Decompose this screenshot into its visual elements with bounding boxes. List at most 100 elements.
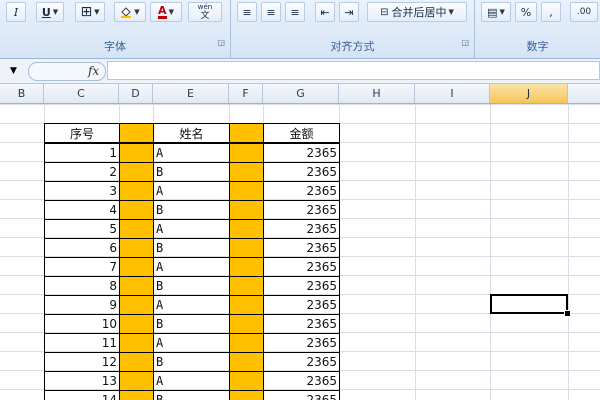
highlight-cell[interactable] bbox=[119, 276, 154, 296]
header-amount[interactable]: 金额 bbox=[263, 123, 340, 143]
highlight-cell[interactable] bbox=[119, 390, 154, 400]
amount-cell[interactable]: 2365 bbox=[263, 162, 340, 182]
name-cell[interactable]: B bbox=[153, 314, 230, 334]
active-cell[interactable] bbox=[490, 294, 568, 314]
dialog-launcher-icon[interactable]: ◲ bbox=[461, 38, 469, 47]
align-center-button[interactable]: ≡ bbox=[261, 2, 281, 22]
seq-cell[interactable]: 6 bbox=[44, 238, 120, 258]
name-cell[interactable]: A bbox=[153, 295, 230, 315]
amount-cell[interactable]: 2365 bbox=[263, 333, 340, 353]
header-name[interactable]: 姓名 bbox=[153, 123, 230, 143]
amount-cell[interactable]: 2365 bbox=[263, 143, 340, 163]
column-header-e[interactable]: E bbox=[153, 84, 229, 103]
seq-cell[interactable]: 4 bbox=[44, 200, 120, 220]
highlight-cell[interactable] bbox=[229, 123, 264, 143]
highlight-cell[interactable] bbox=[119, 295, 154, 315]
seq-cell[interactable]: 1 bbox=[44, 143, 120, 163]
percent-style-button[interactable]: % bbox=[515, 2, 537, 22]
name-cell[interactable]: B bbox=[153, 162, 230, 182]
decrease-indent-button[interactable]: ⇤ bbox=[315, 2, 335, 22]
column-header-d[interactable]: D bbox=[119, 84, 153, 103]
highlight-cell[interactable] bbox=[119, 352, 154, 372]
fill-color-button[interactable]: ▼ bbox=[114, 2, 146, 22]
name-cell[interactable]: A bbox=[153, 371, 230, 391]
name-cell[interactable]: B bbox=[153, 352, 230, 372]
highlight-cell[interactable] bbox=[229, 181, 264, 201]
name-cell[interactable]: B bbox=[153, 238, 230, 258]
dialog-launcher-icon[interactable]: ◲ bbox=[217, 38, 225, 47]
column-header-i[interactable]: I bbox=[415, 84, 490, 103]
increase-indent-button[interactable]: ⇥ bbox=[339, 2, 359, 22]
insert-function-button[interactable]: fx bbox=[88, 64, 99, 78]
seq-cell[interactable]: 13 bbox=[44, 371, 120, 391]
highlight-cell[interactable] bbox=[229, 295, 264, 315]
underline-button[interactable]: U ▼ bbox=[36, 2, 64, 22]
highlight-cell[interactable] bbox=[229, 238, 264, 258]
highlight-cell[interactable] bbox=[119, 123, 154, 143]
amount-cell[interactable]: 2365 bbox=[263, 181, 340, 201]
amount-cell[interactable]: 2365 bbox=[263, 238, 340, 258]
highlight-cell[interactable] bbox=[119, 219, 154, 239]
highlight-cell[interactable] bbox=[229, 276, 264, 296]
column-header-b[interactable]: B bbox=[0, 84, 44, 103]
seq-cell[interactable]: 3 bbox=[44, 181, 120, 201]
name-cell[interactable]: A bbox=[153, 181, 230, 201]
name-cell[interactable]: A bbox=[153, 143, 230, 163]
seq-cell[interactable]: 5 bbox=[44, 219, 120, 239]
italic-button[interactable]: I bbox=[6, 2, 26, 22]
increase-decimal-button[interactable]: .00 bbox=[570, 2, 598, 22]
highlight-cell[interactable] bbox=[229, 219, 264, 239]
highlight-cell[interactable] bbox=[119, 257, 154, 277]
font-color-button[interactable]: A ▼ bbox=[150, 2, 182, 22]
highlight-cell[interactable] bbox=[229, 162, 264, 182]
name-box-dropdown-icon[interactable]: ▼ bbox=[10, 66, 17, 76]
seq-cell[interactable]: 10 bbox=[44, 314, 120, 334]
highlight-cell[interactable] bbox=[119, 162, 154, 182]
header-seq[interactable]: 序号 bbox=[44, 123, 120, 143]
name-cell[interactable]: B bbox=[153, 200, 230, 220]
accounting-format-button[interactable]: ▤ ▼ bbox=[481, 2, 511, 22]
worksheet-grid[interactable]: 序号 姓名 金额 1 A 2365 2 B 2365 3 A 2365 4 B 2365 5 A 2365 6… bbox=[0, 104, 600, 400]
seq-cell[interactable]: 14 bbox=[44, 390, 120, 400]
column-header-j[interactable]: J bbox=[490, 84, 568, 103]
fill-handle[interactable] bbox=[564, 310, 571, 317]
name-cell[interactable]: A bbox=[153, 257, 230, 277]
name-cell[interactable]: B bbox=[153, 276, 230, 296]
amount-cell[interactable]: 2365 bbox=[263, 390, 340, 400]
highlight-cell[interactable] bbox=[229, 314, 264, 334]
formula-input[interactable] bbox=[107, 61, 600, 80]
amount-cell[interactable]: 2365 bbox=[263, 219, 340, 239]
align-left-button[interactable]: ≡ bbox=[237, 2, 257, 22]
highlight-cell[interactable] bbox=[229, 257, 264, 277]
amount-cell[interactable]: 2365 bbox=[263, 352, 340, 372]
highlight-cell[interactable] bbox=[229, 200, 264, 220]
amount-cell[interactable]: 2365 bbox=[263, 314, 340, 334]
seq-cell[interactable]: 7 bbox=[44, 257, 120, 277]
seq-cell[interactable]: 12 bbox=[44, 352, 120, 372]
name-cell[interactable]: A bbox=[153, 219, 230, 239]
highlight-cell[interactable] bbox=[119, 143, 154, 163]
column-header-f[interactable]: F bbox=[229, 84, 263, 103]
name-cell[interactable]: B bbox=[153, 390, 230, 400]
seq-cell[interactable]: 8 bbox=[44, 276, 120, 296]
seq-cell[interactable]: 9 bbox=[44, 295, 120, 315]
highlight-cell[interactable] bbox=[119, 181, 154, 201]
highlight-cell[interactable] bbox=[119, 238, 154, 258]
highlight-cell[interactable] bbox=[229, 143, 264, 163]
highlight-cell[interactable] bbox=[119, 371, 154, 391]
column-header-h[interactable]: H bbox=[339, 84, 415, 103]
align-right-button[interactable]: ≡ bbox=[285, 2, 305, 22]
borders-button[interactable]: ⊞ ▼ bbox=[75, 2, 105, 22]
highlight-cell[interactable] bbox=[119, 200, 154, 220]
highlight-cell[interactable] bbox=[229, 333, 264, 353]
highlight-cell[interactable] bbox=[119, 333, 154, 353]
seq-cell[interactable]: 11 bbox=[44, 333, 120, 353]
highlight-cell[interactable] bbox=[229, 371, 264, 391]
column-header-g[interactable]: G bbox=[263, 84, 339, 103]
column-header-c[interactable]: C bbox=[44, 84, 119, 103]
amount-cell[interactable]: 2365 bbox=[263, 371, 340, 391]
comma-style-button[interactable]: , bbox=[541, 2, 561, 22]
amount-cell[interactable]: 2365 bbox=[263, 257, 340, 277]
phonetic-guide-button[interactable]: wén 文 bbox=[188, 2, 222, 22]
amount-cell[interactable]: 2365 bbox=[263, 295, 340, 315]
